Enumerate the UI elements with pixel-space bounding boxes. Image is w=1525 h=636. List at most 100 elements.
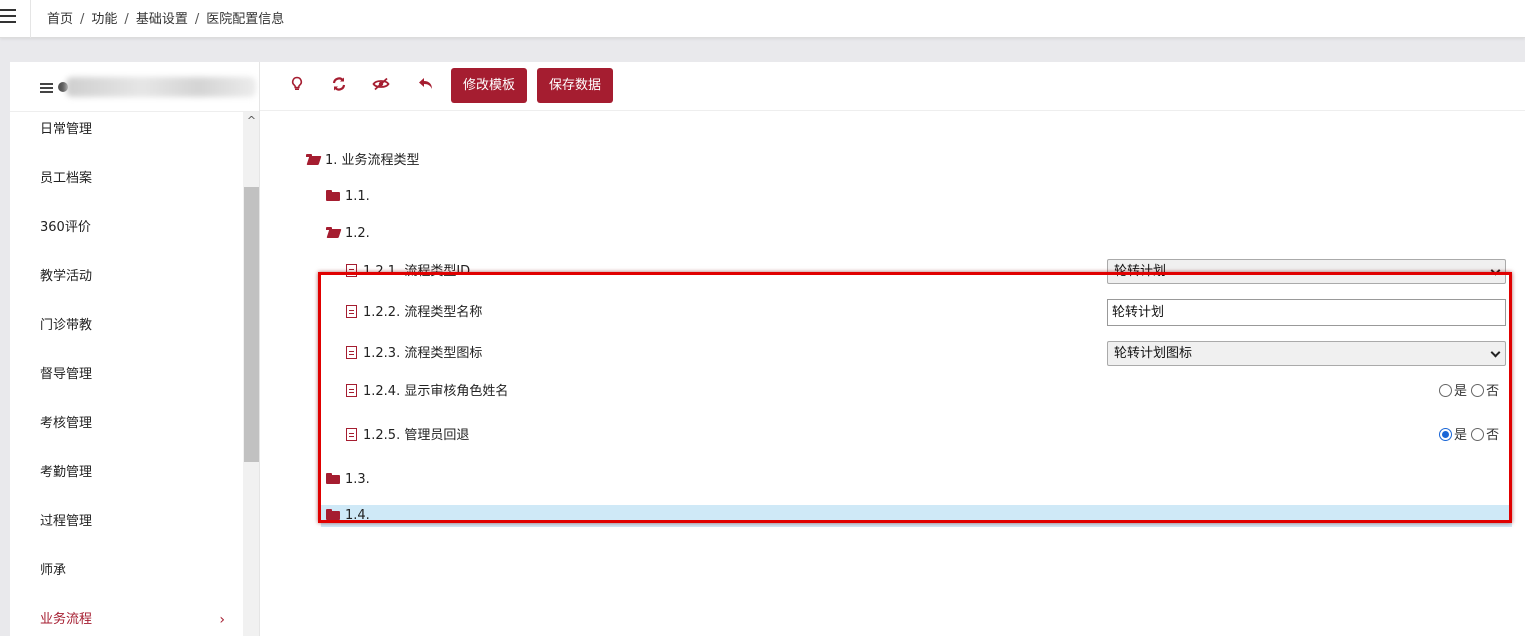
- blurred-user-info: [66, 77, 256, 97]
- refresh-icon[interactable]: [329, 76, 349, 96]
- scroll-up-icon[interactable]: ^: [243, 112, 259, 129]
- sidebar-item-workflow[interactable]: 业务流程 ›: [10, 602, 243, 636]
- eye-slash-icon[interactable]: [371, 76, 391, 96]
- sidebar-item-mentorship[interactable]: 师承: [10, 553, 243, 602]
- folder-icon: [326, 509, 340, 520]
- file-icon: [346, 384, 357, 397]
- tree-leaf-label: 1.2.1. 流程类型ID: [363, 264, 471, 279]
- main-panel: 修改模板 保存数据 1. 业务流程类型 1.1. 1.2. 1.2.1. 流程类…: [260, 62, 1525, 636]
- sidebar-item-label: 日常管理: [40, 122, 93, 137]
- tree-leaf-1-2-3: 1.2.3. 流程类型图标: [346, 343, 482, 365]
- tree-node-1-4[interactable]: 1.4.: [326, 505, 370, 527]
- sidebar-item-360[interactable]: 360评价: [10, 210, 243, 259]
- breadcrumb-basic-settings[interactable]: 基础设置: [136, 12, 188, 27]
- radio-no[interactable]: [1471, 428, 1485, 441]
- hamburger-menu-icon[interactable]: [0, 9, 18, 25]
- tree-leaf-label: 1.2.3. 流程类型图标: [363, 346, 483, 361]
- input-value: 轮转计划: [1112, 305, 1165, 320]
- tree-node-label: 1.2.: [345, 226, 370, 241]
- sidebar-item-label: 业务流程: [40, 612, 93, 627]
- radio-label: 否: [1486, 428, 1500, 443]
- sidebar: 日常管理 员工档案 360评价 教学活动 门诊带教 督导管理 考核管理 考勤管理…: [10, 62, 260, 636]
- breadcrumb-sep: /: [80, 12, 85, 27]
- radio-label: 否: [1486, 384, 1500, 399]
- tree-leaf-1-2-4: 1.2.4. 显示审核角色姓名: [346, 381, 508, 403]
- sidebar-item-staff-files[interactable]: 员工档案: [10, 161, 243, 210]
- folder-icon: [326, 473, 340, 484]
- folder-open-icon: [326, 227, 340, 238]
- sidebar-item-assessment[interactable]: 考核管理: [10, 406, 243, 455]
- sidebar-item-label: 360评价: [40, 220, 91, 235]
- sidebar-item-process[interactable]: 过程管理: [10, 504, 243, 553]
- sidebar-item-label: 师承: [40, 563, 67, 578]
- radio-yes-selected[interactable]: [1439, 428, 1452, 441]
- radio-no[interactable]: [1471, 384, 1485, 397]
- chevron-right-icon: ›: [219, 612, 225, 628]
- sidebar-item-label: 考核管理: [40, 416, 93, 431]
- radio-label: 是: [1454, 384, 1468, 399]
- save-data-button[interactable]: 保存数据: [537, 68, 614, 103]
- process-type-icon-select[interactable]: 轮转计划图标: [1107, 341, 1506, 366]
- tree-leaf-label: 1.2.5. 管理员回退: [363, 428, 470, 443]
- top-bar: 首页 / 功能 / 基础设置 / 医院配置信息: [0, 0, 1525, 38]
- edit-template-button[interactable]: 修改模板: [451, 68, 528, 103]
- sidebar-item-label: 过程管理: [40, 514, 93, 529]
- sidebar-item-supervision[interactable]: 督导管理: [10, 357, 243, 406]
- toolbar: 修改模板 保存数据: [260, 62, 1525, 111]
- tree-node-label: 1.3.: [345, 472, 370, 487]
- topbar-divider: [30, 0, 31, 38]
- sidebar-item-label: 督导管理: [40, 367, 93, 382]
- tree-node-1-2[interactable]: 1.2.: [326, 223, 370, 245]
- tree-node-label: 1. 业务流程类型: [325, 153, 420, 168]
- folder-icon: [326, 190, 340, 201]
- sidebar-item-attendance[interactable]: 考勤管理: [10, 455, 243, 504]
- tree-leaf-label: 1.2.4. 显示审核角色姓名: [363, 384, 509, 399]
- tree-leaf-1-2-5: 1.2.5. 管理员回退: [346, 425, 469, 447]
- show-reviewer-name-radio-group: 是 否: [1439, 382, 1499, 402]
- tree-node-root[interactable]: 1. 业务流程类型: [306, 150, 420, 172]
- sidebar-item-outpatient[interactable]: 门诊带教: [10, 308, 243, 357]
- breadcrumb-sep: /: [124, 12, 129, 27]
- breadcrumb-function[interactable]: 功能: [91, 12, 117, 27]
- breadcrumb-home[interactable]: 首页: [47, 12, 73, 27]
- tree-node-label: 1.1.: [345, 189, 370, 204]
- tree-leaf-label: 1.2.2. 流程类型名称: [363, 305, 483, 320]
- sidebar-item-daily[interactable]: 日常管理: [10, 112, 243, 161]
- breadcrumb: 首页 / 功能 / 基础设置 / 医院配置信息: [47, 8, 284, 27]
- process-type-id-select[interactable]: 轮转计划: [1107, 259, 1506, 284]
- chevron-down-icon: [1490, 265, 1501, 276]
- tree-leaf-1-2-1: 1.2.1. 流程类型ID: [346, 261, 470, 283]
- sidebar-item-label: 员工档案: [40, 171, 93, 186]
- breadcrumb-sep: /: [194, 12, 200, 27]
- radio-yes[interactable]: [1439, 384, 1452, 397]
- scrollbar-thumb[interactable]: [244, 187, 259, 462]
- list-icon[interactable]: [40, 83, 53, 93]
- tree-node-1-1[interactable]: 1.1.: [326, 186, 370, 208]
- file-icon: [346, 428, 357, 441]
- folder-open-icon: [306, 154, 320, 165]
- tree-row-highlight: [321, 505, 1512, 527]
- sidebar-item-label: 教学活动: [40, 269, 93, 284]
- file-icon: [346, 264, 357, 277]
- sidebar-scrollbar[interactable]: ^: [243, 112, 259, 636]
- radio-label: 是: [1454, 428, 1468, 443]
- tree-node-label: 1.4.: [345, 508, 370, 523]
- file-icon: [346, 305, 357, 318]
- sidebar-item-teaching[interactable]: 教学活动: [10, 259, 243, 308]
- undo-icon[interactable]: [416, 76, 436, 96]
- chevron-down-icon: [1490, 347, 1501, 358]
- sidebar-item-label: 考勤管理: [40, 465, 93, 480]
- sidebar-header: [10, 62, 259, 112]
- admin-rollback-radio-group: 是 否: [1439, 426, 1499, 446]
- tree-node-1-3[interactable]: 1.3.: [326, 469, 370, 491]
- select-value: 轮转计划: [1114, 264, 1167, 279]
- tree-leaf-1-2-2: 1.2.2. 流程类型名称: [346, 302, 482, 324]
- select-value: 轮转计划图标: [1114, 346, 1193, 361]
- file-icon: [346, 346, 357, 359]
- config-tree: 1. 业务流程类型 1.1. 1.2. 1.2.1. 流程类型ID 轮转计划 1…: [260, 111, 1525, 636]
- process-type-name-input[interactable]: 轮转计划: [1107, 299, 1506, 326]
- lightbulb-icon[interactable]: [287, 76, 307, 96]
- breadcrumb-current: 医院配置信息: [206, 12, 285, 27]
- sidebar-menu: 日常管理 员工档案 360评价 教学活动 门诊带教 督导管理 考核管理 考勤管理…: [10, 112, 243, 636]
- sidebar-item-label: 门诊带教: [40, 318, 93, 333]
